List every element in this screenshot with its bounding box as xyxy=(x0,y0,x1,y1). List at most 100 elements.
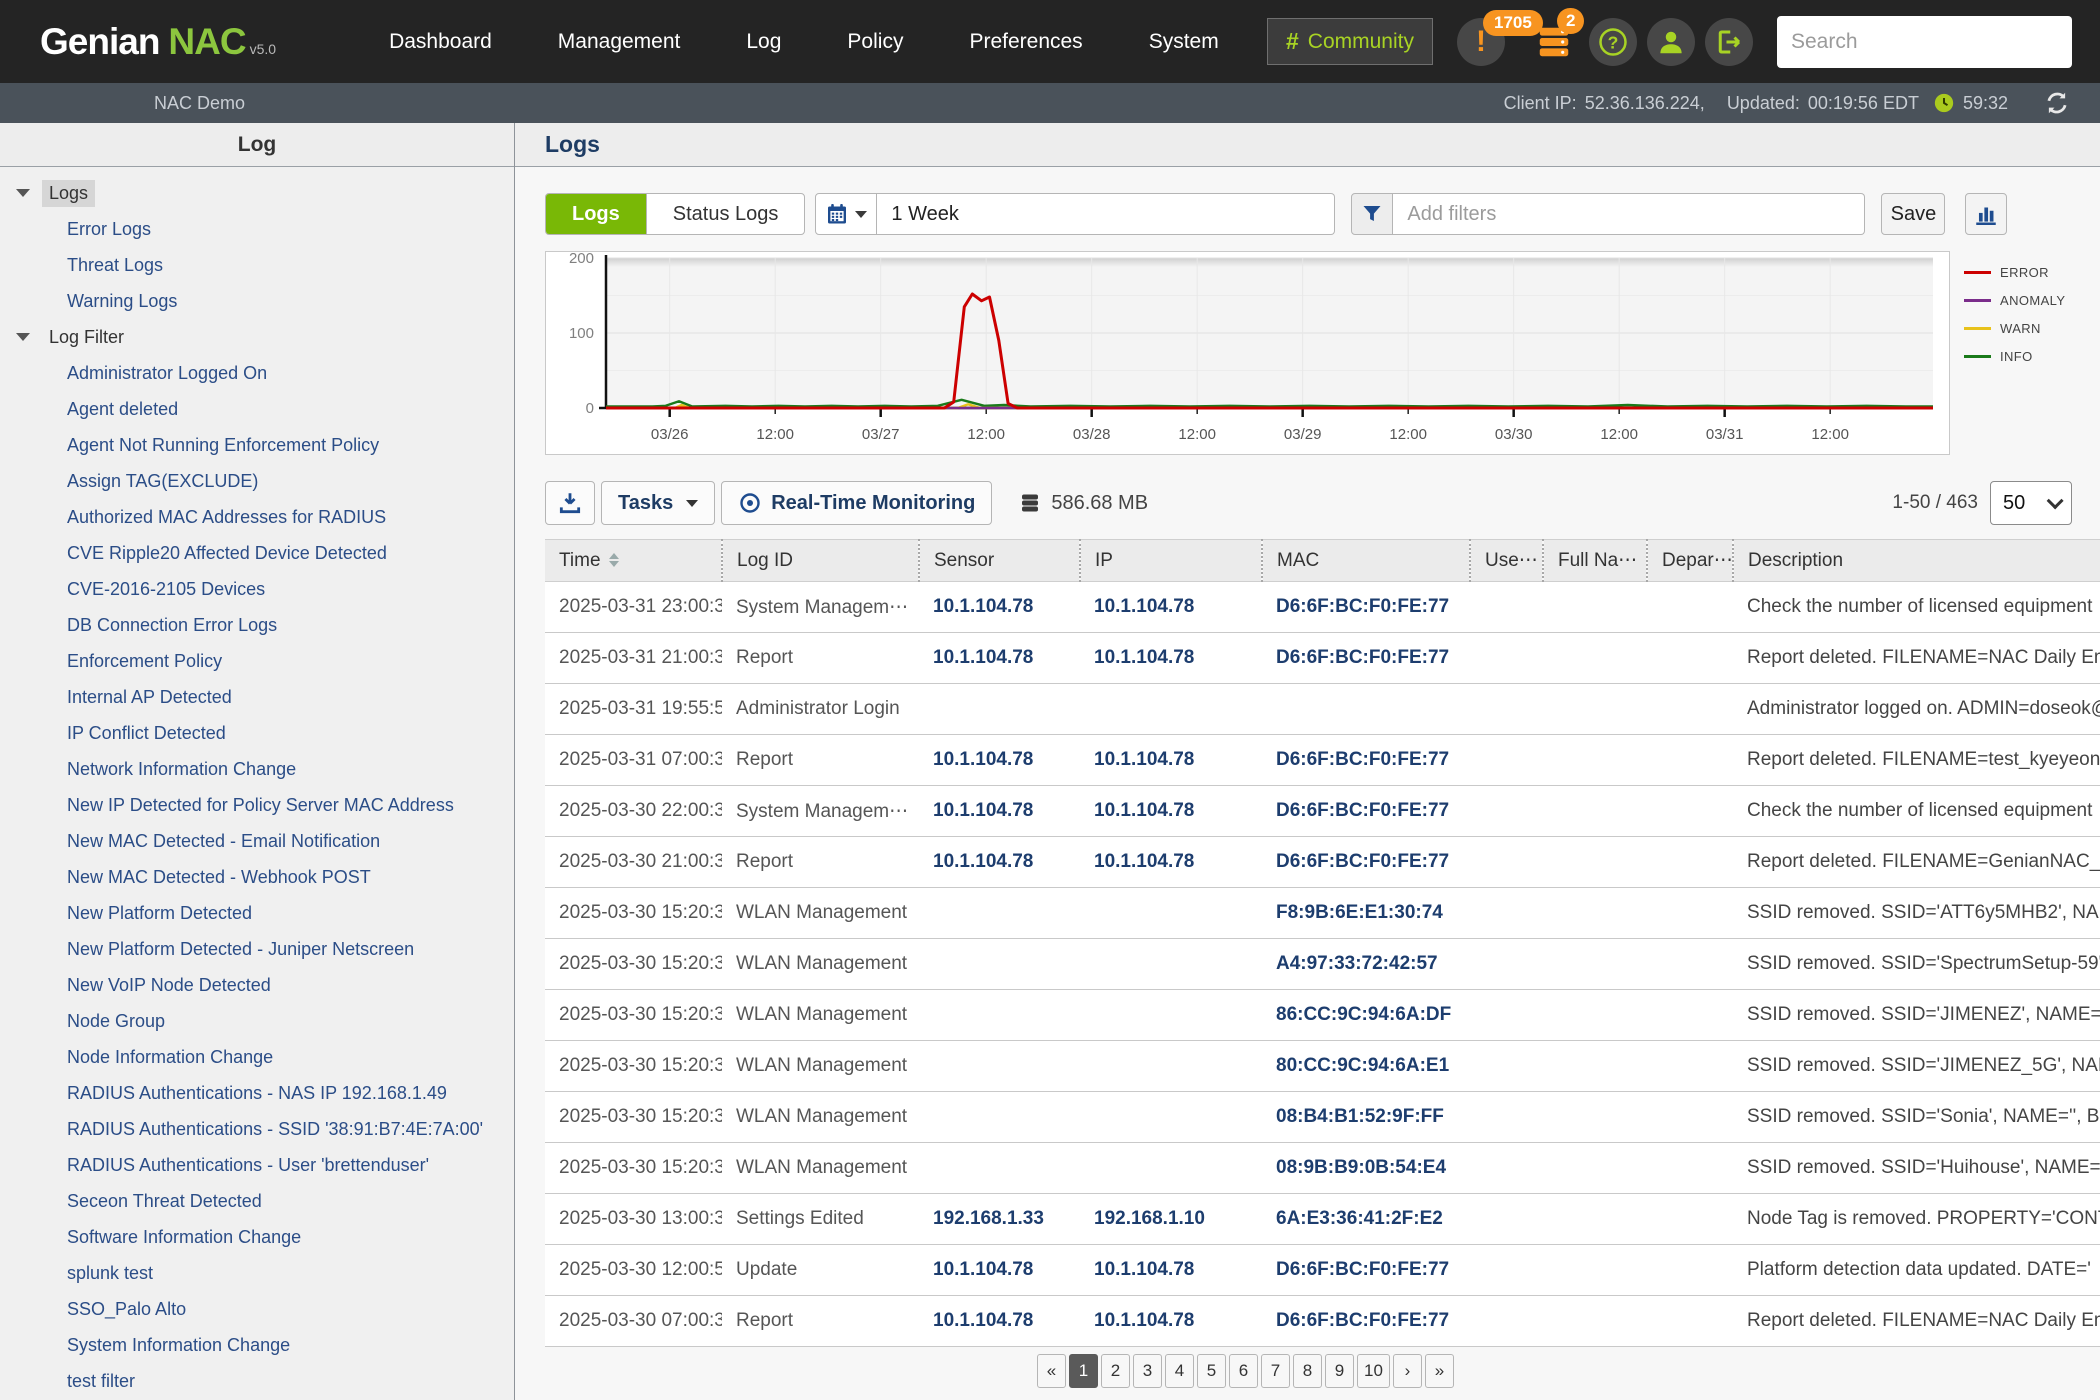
column-header-full-name[interactable]: Full Na⋯ xyxy=(1543,540,1647,582)
sidebar-item-threat-logs[interactable]: Threat Logs xyxy=(0,247,514,283)
nav-item-management[interactable]: Management xyxy=(525,30,714,54)
sidebar-item-logs[interactable]: Logs xyxy=(0,175,514,211)
sidebar-item-new-mac-detected-webhook-post[interactable]: New MAC Detected - Webhook POST xyxy=(0,859,514,895)
cell-ip[interactable]: 192.168.1.10 xyxy=(1080,1194,1262,1245)
table-row[interactable]: 2025-03-30 07:00:37Report10.1.104.7810.1… xyxy=(545,1296,2100,1347)
sidebar-item-internal-ap-detected[interactable]: Internal AP Detected xyxy=(0,679,514,715)
tree-expand-icon[interactable] xyxy=(16,189,30,197)
sidebar-item-splunk-test[interactable]: splunk test xyxy=(0,1255,514,1291)
cell-sensor[interactable]: 10.1.104.78 xyxy=(919,582,1080,633)
period-input[interactable] xyxy=(877,193,1335,235)
sidebar-item-system-information-change[interactable]: System Information Change xyxy=(0,1327,514,1363)
sidebar-item-db-connection-error-logs[interactable]: DB Connection Error Logs xyxy=(0,607,514,643)
page-button-2[interactable]: 2 xyxy=(1101,1354,1130,1388)
column-header-mac[interactable]: MAC xyxy=(1262,540,1470,582)
tree-expand-icon[interactable] xyxy=(16,333,30,341)
sidebar-item-new-voip-node-detected[interactable]: New VoIP Node Detected xyxy=(0,967,514,1003)
page-button-5[interactable]: 5 xyxy=(1197,1354,1226,1388)
table-row[interactable]: 2025-03-31 21:00:37Report10.1.104.7810.1… xyxy=(545,633,2100,684)
cell-ip[interactable]: 10.1.104.78 xyxy=(1080,1296,1262,1347)
chart-view-button[interactable] xyxy=(1965,193,2007,235)
page-button-9[interactable]: 9 xyxy=(1325,1354,1354,1388)
cell-mac[interactable]: 86:CC:9C:94:6A:DF xyxy=(1262,990,1470,1041)
cell-sensor[interactable]: 10.1.104.78 xyxy=(919,837,1080,888)
table-row[interactable]: 2025-03-31 23:00:36System Managem⋯10.1.1… xyxy=(545,582,2100,633)
cell-sensor[interactable]: 10.1.104.78 xyxy=(919,1296,1080,1347)
cell-mac[interactable]: F8:9B:6E:E1:30:74 xyxy=(1262,888,1470,939)
sidebar-item-network-information-change[interactable]: Network Information Change xyxy=(0,751,514,787)
sidebar-item-software-information-change[interactable]: Software Information Change xyxy=(0,1219,514,1255)
cell-mac[interactable]: 08:9B:B9:0B:54:E4 xyxy=(1262,1143,1470,1194)
cell-mac[interactable]: D6:6F:BC:F0:FE:77 xyxy=(1262,633,1470,684)
page-button-6[interactable]: 6 xyxy=(1229,1354,1258,1388)
sidebar-item-new-platform-detected-juniper-netscreen[interactable]: New Platform Detected - Juniper Netscree… xyxy=(0,931,514,967)
table-row[interactable]: 2025-03-30 15:20:36WLAN ManagementA4:97:… xyxy=(545,939,2100,990)
sidebar-item-agent-deleted[interactable]: Agent deleted xyxy=(0,391,514,427)
refresh-button[interactable] xyxy=(2044,90,2070,116)
cell-mac[interactable]: 6A:E3:36:41:2F:E2 xyxy=(1262,1194,1470,1245)
cell-mac[interactable]: 08:B4:B1:52:9F:FF xyxy=(1262,1092,1470,1143)
cell-sensor[interactable]: 10.1.104.78 xyxy=(919,1245,1080,1296)
sidebar-item-sso-palo-alto[interactable]: SSO_Palo Alto xyxy=(0,1291,514,1327)
table-row[interactable]: 2025-03-31 19:55:53Administrator LoginAd… xyxy=(545,684,2100,735)
page-nav-button[interactable]: « xyxy=(1037,1354,1066,1388)
save-button[interactable]: Save xyxy=(1881,193,1945,235)
cell-mac[interactable]: D6:6F:BC:F0:FE:77 xyxy=(1262,1296,1470,1347)
table-row[interactable]: 2025-03-30 13:00:36Settings Edited192.16… xyxy=(545,1194,2100,1245)
cell-mac[interactable]: D6:6F:BC:F0:FE:77 xyxy=(1262,837,1470,888)
cell-ip[interactable]: 10.1.104.78 xyxy=(1080,735,1262,786)
column-header-time[interactable]: Time xyxy=(545,540,722,582)
cell-sensor[interactable]: 192.168.1.33 xyxy=(919,1194,1080,1245)
cell-sensor[interactable]: 10.1.104.78 xyxy=(919,786,1080,837)
sidebar-item-node-information-change[interactable]: Node Information Change xyxy=(0,1039,514,1075)
app-logo[interactable]: Genian NAC v5.0 xyxy=(40,21,276,63)
nav-item-system[interactable]: System xyxy=(1116,30,1252,54)
table-row[interactable]: 2025-03-30 15:20:36WLAN Management86:CC:… xyxy=(545,990,2100,1041)
cell-ip[interactable]: 10.1.104.78 xyxy=(1080,633,1262,684)
tab-status-logs[interactable]: Status Logs xyxy=(647,194,805,234)
cell-mac[interactable]: D6:6F:BC:F0:FE:77 xyxy=(1262,786,1470,837)
logout-button[interactable] xyxy=(1705,18,1753,66)
sidebar-item-new-mac-detected-email-notification[interactable]: New MAC Detected - Email Notification xyxy=(0,823,514,859)
column-header-log-id[interactable]: Log ID xyxy=(722,540,919,582)
community-button[interactable]: # Community xyxy=(1267,18,1433,65)
sidebar-item-new-ip-detected-for-policy-server-mac-address[interactable]: New IP Detected for Policy Server MAC Ad… xyxy=(0,787,514,823)
sidebar-item-radius-authentications-nas-ip-192-168-1-49[interactable]: RADIUS Authentications - NAS IP 192.168.… xyxy=(0,1075,514,1111)
sort-icon[interactable] xyxy=(609,553,619,567)
table-row[interactable]: 2025-03-30 15:20:36WLAN Management08:9B:… xyxy=(545,1143,2100,1194)
cell-ip[interactable]: 10.1.104.78 xyxy=(1080,582,1262,633)
sidebar-item-seceon-threat-detected[interactable]: Seceon Threat Detected xyxy=(0,1183,514,1219)
sidebar-item-ip-conflict-detected[interactable]: IP Conflict Detected xyxy=(0,715,514,751)
table-row[interactable]: 2025-03-30 15:20:36WLAN Management80:CC:… xyxy=(545,1041,2100,1092)
sidebar-item-new-platform-detected[interactable]: New Platform Detected xyxy=(0,895,514,931)
sidebar-item-node-group[interactable]: Node Group xyxy=(0,1003,514,1039)
search-input[interactable] xyxy=(1791,30,2062,54)
calendar-button[interactable] xyxy=(815,193,877,235)
cell-ip[interactable]: 10.1.104.78 xyxy=(1080,786,1262,837)
cell-sensor[interactable]: 10.1.104.78 xyxy=(919,633,1080,684)
page-button-10[interactable]: 10 xyxy=(1357,1354,1390,1388)
nav-item-log[interactable]: Log xyxy=(713,30,814,54)
page-button-8[interactable]: 8 xyxy=(1293,1354,1322,1388)
tab-logs[interactable]: Logs xyxy=(546,194,647,234)
cell-sensor[interactable]: 10.1.104.78 xyxy=(919,735,1080,786)
cell-mac[interactable]: 80:CC:9C:94:6A:E1 xyxy=(1262,1041,1470,1092)
sidebar-item-authorized-mac-addresses-for-radius[interactable]: Authorized MAC Addresses for RADIUS xyxy=(0,499,514,535)
sidebar-item-cve-2016-2105-devices[interactable]: CVE-2016-2105 Devices xyxy=(0,571,514,607)
sidebar-item-assign-tag-exclude[interactable]: Assign TAG(EXCLUDE) xyxy=(0,463,514,499)
table-row[interactable]: 2025-03-31 07:00:37Report10.1.104.7810.1… xyxy=(545,735,2100,786)
sidebar-item-cve-ripple20-affected-device-detected[interactable]: CVE Ripple20 Affected Device Detected xyxy=(0,535,514,571)
page-button-4[interactable]: 4 xyxy=(1165,1354,1194,1388)
column-header-sensor[interactable]: Sensor xyxy=(919,540,1080,582)
sidebar-item-warning-logs[interactable]: Warning Logs xyxy=(0,283,514,319)
table-row[interactable]: 2025-03-30 22:00:36System Managem⋯10.1.1… xyxy=(545,786,2100,837)
page-button-7[interactable]: 7 xyxy=(1261,1354,1290,1388)
cell-mac[interactable]: D6:6F:BC:F0:FE:77 xyxy=(1262,735,1470,786)
column-header-ip[interactable]: IP xyxy=(1080,540,1262,582)
help-button[interactable]: ? xyxy=(1589,18,1637,66)
column-header-user[interactable]: Use⋯ xyxy=(1470,540,1543,582)
column-header-department[interactable]: Depar⋯ xyxy=(1647,540,1733,582)
sidebar-item-log-filter[interactable]: Log Filter xyxy=(0,319,514,355)
page-size-select[interactable]: 50 xyxy=(1990,481,2072,525)
page-nav-button[interactable]: › xyxy=(1393,1354,1422,1388)
